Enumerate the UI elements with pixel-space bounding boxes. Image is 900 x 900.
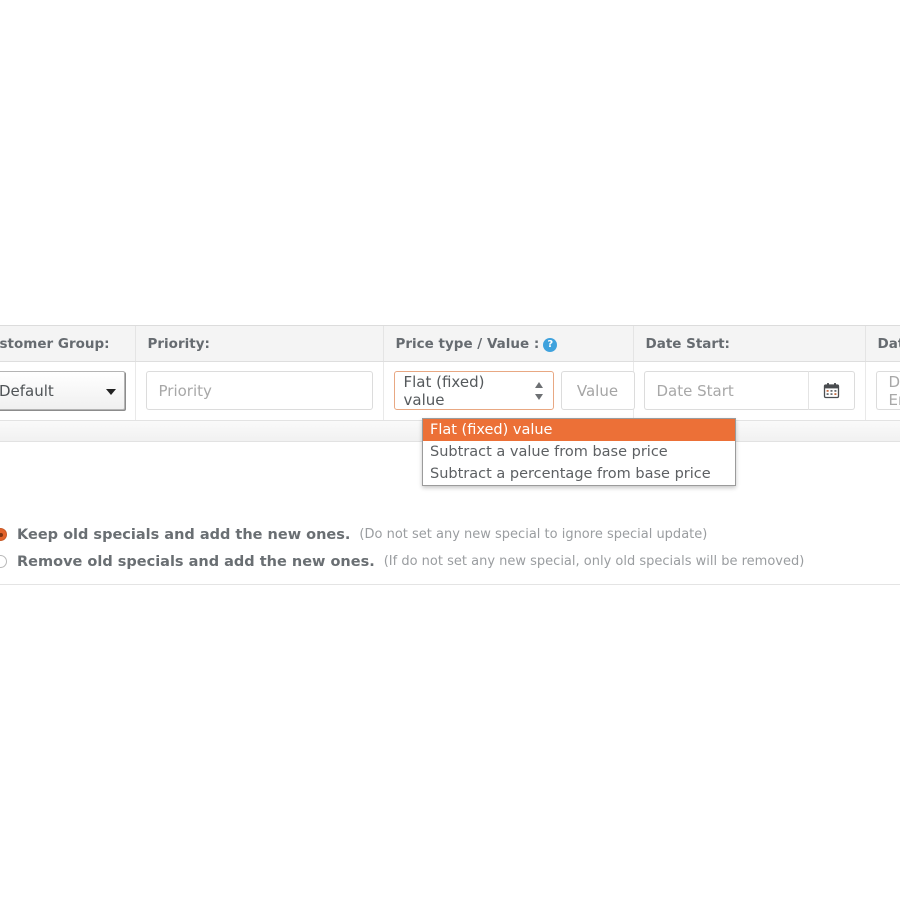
help-icon[interactable]: ? — [543, 338, 558, 352]
priority-placeholder: Priority — [158, 381, 212, 400]
page-canvas: Customer Group: Priority: Price type / V… — [0, 0, 900, 900]
cell-date-start: Date Start — [633, 361, 866, 420]
priority-input[interactable]: Priority — [145, 371, 373, 410]
cell-customer-group: Default — [0, 361, 136, 420]
date-end-group: Date End — [875, 371, 900, 410]
date-end-input[interactable]: Date End — [875, 371, 900, 410]
specials-mode-label: Remove old specials and add the new ones… — [17, 553, 375, 570]
column-header-priority: Priority: — [135, 326, 384, 362]
column-header-date-end: Date End: — [865, 326, 900, 362]
customer-group-selected-value: Default — [0, 381, 54, 400]
caret-down-icon — [105, 388, 116, 395]
specials-mode-panel: Keep old specials and add the new ones. … — [0, 514, 900, 585]
column-header-label: Customer Group: — [0, 336, 110, 352]
column-header-label: Price type / Value : — [395, 336, 540, 352]
column-header-label: Date Start: — [645, 336, 730, 352]
calendar-icon — [823, 383, 839, 399]
specials-mode-note: (If do not set any new special, only old… — [383, 554, 805, 569]
date-start-calendar-button[interactable] — [807, 371, 855, 410]
specials-table-header-row: Customer Group: Priority: Price type / V… — [0, 326, 900, 362]
price-type-value-group: Flat (fixed) value Value — [393, 371, 635, 410]
price-value-input[interactable]: Value — [560, 371, 635, 410]
cell-priority: Priority — [135, 361, 384, 420]
price-type-dropdown-list[interactable]: Flat (fixed) value Subtract a value from… — [422, 418, 736, 486]
date-end-placeholder: Date End — [888, 372, 900, 409]
specials-mode-note: (Do not set any new special to ignore sp… — [359, 527, 708, 542]
price-type-select[interactable]: Flat (fixed) value — [393, 371, 554, 410]
column-header-label: Date End: — [877, 336, 900, 352]
date-start-input[interactable]: Date Start — [643, 371, 808, 410]
customer-group-select[interactable]: Default — [0, 371, 125, 410]
price-value-placeholder: Value — [576, 381, 619, 400]
column-header-date-start: Date Start: — [633, 326, 866, 362]
radio-icon-remove[interactable] — [0, 555, 7, 568]
specials-table: Customer Group: Priority: Price type / V… — [0, 326, 900, 420]
specials-mode-label: Keep old specials and add the new ones. — [17, 526, 351, 543]
dropdown-option[interactable]: Flat (fixed) value — [423, 419, 735, 441]
column-header-price-type: Price type / Value :? — [383, 326, 634, 362]
date-start-group: Date Start — [643, 371, 855, 410]
date-start-placeholder: Date Start — [656, 381, 734, 400]
spinner-updown-icon[interactable] — [535, 381, 544, 400]
radio-icon-keep[interactable] — [0, 528, 7, 541]
cell-date-end: Date End — [865, 361, 900, 420]
price-type-selected-value: Flat (fixed) value — [403, 372, 485, 409]
cell-price-type-value: Flat (fixed) value Value — [383, 361, 635, 420]
column-header-customer-group: Customer Group: — [0, 326, 136, 362]
column-header-label: Priority: — [147, 336, 210, 352]
specials-mode-option-remove[interactable]: Remove old specials and add the new ones… — [0, 548, 900, 575]
dropdown-option[interactable]: Subtract a value from base price — [423, 441, 735, 463]
dropdown-option[interactable]: Subtract a percentage from base price — [423, 463, 735, 485]
specials-table-row: Default Priority Flat (fixed) value Valu… — [0, 361, 900, 420]
specials-mode-option-keep[interactable]: Keep old specials and add the new ones. … — [0, 521, 900, 548]
